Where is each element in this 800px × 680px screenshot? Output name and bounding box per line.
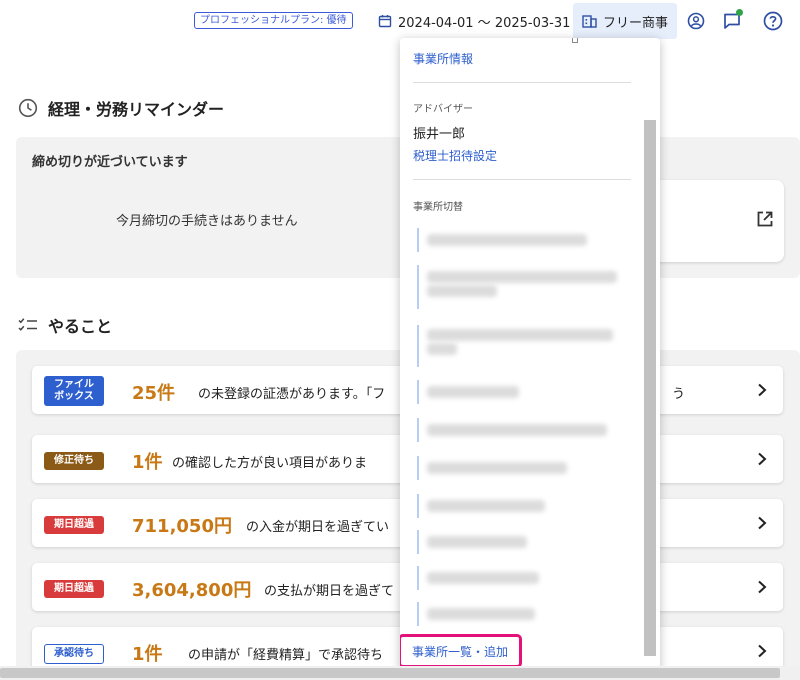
office-info-link[interactable]: 事業所情報 [413,50,473,67]
tag-overdue: 期日超過 [44,516,104,534]
item-text: の入金が期日を過ぎてい [246,520,390,535]
account-icon[interactable] [685,10,707,32]
item-count: 25件 [132,383,176,404]
reminder-title: 経理・労務リマインダー [48,100,225,119]
office-list-item[interactable] [417,228,617,252]
advisor-label: アドバイザー [413,104,473,115]
item-text-tail: う [672,387,686,402]
item-text: の確認した方が良い項目がありま [172,456,368,471]
office-list-add-link[interactable]: 事業所一覧・追加 [400,634,522,668]
office-switch-button[interactable]: フリー商事 [573,3,677,39]
calendar-icon [378,15,392,28]
item-text: の支払が期日を過ぎて [264,584,395,599]
office-icon [582,15,597,28]
reminder-empty-message: 今月締切の手続きはありません [116,214,298,229]
tag-filebox: ファイル ボックス [44,376,104,406]
item-count: 3,604,800円 [132,580,252,601]
reminder-section-title: 経理・労務リマインダー [18,96,224,120]
office-list-item[interactable] [417,494,617,518]
scrollbar-thumb[interactable] [0,668,780,678]
external-link-icon[interactable] [756,210,774,228]
item-count: 1件 [132,452,163,473]
top-header: プロフェッショナルプラン: 優待 2024-04-01 〜 2025-03-31… [0,0,800,42]
office-list-item[interactable] [417,566,617,590]
chevron-right-icon [758,644,767,658]
plan-badge[interactable]: プロフェッショナルプラン: 優待 [194,12,353,29]
office-switch-label: 事業所切替 [413,202,463,213]
dropdown-caret [572,38,578,43]
office-list-item[interactable] [417,418,617,442]
tag-approval: 承認待ち [44,644,104,664]
reminder-subtitle: 締め切りが近づいています [32,155,188,170]
item-count: 711,050円 [132,516,232,537]
tag-overdue: 期日超過 [44,580,104,598]
date-range-text: 2024-04-01 〜 2025-03-31 [398,15,571,31]
horizontal-scrollbar[interactable] [0,666,800,680]
chevron-right-icon [758,516,767,530]
office-list-item[interactable] [417,456,617,480]
office-name: フリー商事 [602,15,668,31]
advisor-name: 振井一郎 [413,127,466,142]
checklist-icon [18,318,37,331]
notification-dot [736,9,743,16]
chat-icon[interactable] [721,9,743,32]
chevron-right-icon [758,452,767,466]
office-list-item[interactable] [417,380,617,404]
divider [413,179,631,180]
office-list-item[interactable] [417,265,617,309]
office-list-item[interactable] [417,602,617,626]
chevron-right-icon [758,383,767,397]
help-icon[interactable] [762,10,784,32]
office-dropdown-menu: 事業所情報 アドバイザー 振井一郎 税理士招待設定 事業所切替 事業所一覧・追加 [400,38,660,670]
item-text: の申請が「経費精算」で承認待ち [188,648,384,663]
item-text: の未登録の証憑があります。「フ [198,387,386,402]
dropdown-scrollbar[interactable] [644,120,656,656]
todo-title: やること [48,317,113,336]
divider [413,82,631,83]
clock-icon [18,98,38,118]
chevron-right-icon [758,580,767,594]
office-list-item[interactable] [417,530,617,554]
item-count: 1件 [132,644,163,665]
tax-advisor-invite-link[interactable]: 税理士招待設定 [413,147,497,164]
tag-correction: 修正待ち [44,452,104,470]
office-list-item[interactable] [417,325,627,367]
fiscal-period[interactable]: 2024-04-01 〜 2025-03-31 [378,11,570,31]
todo-section-title: やること [18,313,112,337]
